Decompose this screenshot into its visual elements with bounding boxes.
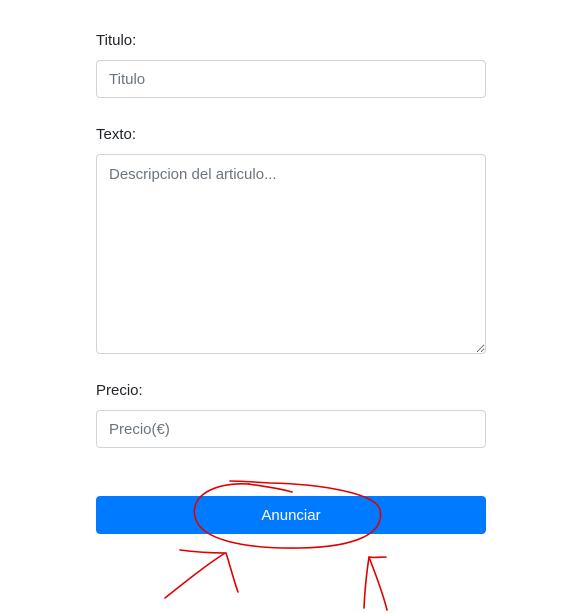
- annotation-arrow-right: [363, 556, 370, 609]
- precio-input[interactable]: [96, 410, 486, 448]
- texto-label: Texto:: [96, 126, 137, 143]
- annotation-arrow-left-head: [179, 549, 239, 593]
- annotation-arrow-left: [164, 552, 226, 599]
- annotation-arrow-right-head: [368, 556, 388, 611]
- titulo-label: Titulo:: [96, 32, 137, 49]
- annotation-circle-tail: [247, 483, 293, 493]
- anunciar-button[interactable]: Anunciar: [96, 496, 486, 534]
- texto-textarea[interactable]: [96, 154, 486, 354]
- titulo-input[interactable]: [96, 60, 486, 98]
- precio-label: Precio:: [96, 382, 143, 399]
